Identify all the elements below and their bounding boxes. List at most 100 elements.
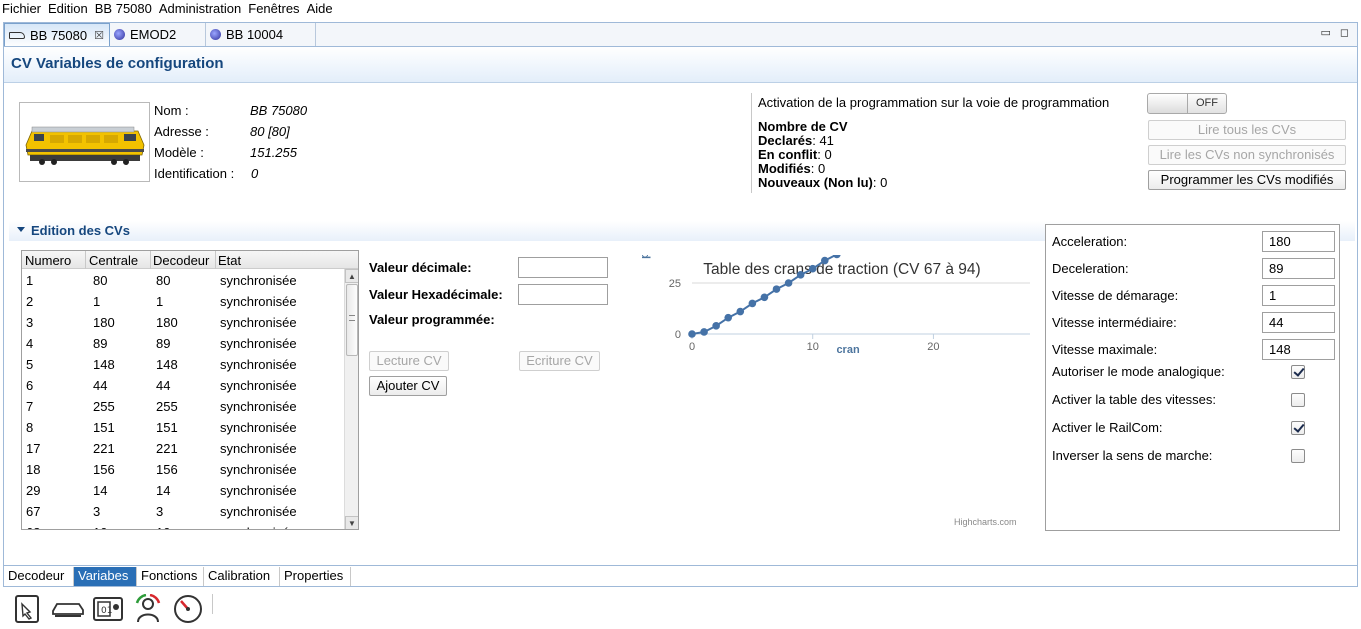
table-cell: 255	[93, 399, 115, 414]
table-cell: 80	[93, 273, 108, 288]
table-cell: 4	[26, 336, 34, 351]
table-row[interactable]: 6 44 44 synchronisée	[22, 375, 344, 396]
table-cell: 1	[26, 273, 34, 288]
param-checkbox[interactable]	[1291, 365, 1305, 379]
table-row[interactable]: 5 148 148 synchronisée	[22, 354, 344, 375]
scroll-up-arrow-icon[interactable]: ▲	[345, 269, 358, 283]
column-header[interactable]: Etat	[218, 253, 241, 268]
table-row[interactable]: 7 255 255 synchronisée	[22, 396, 344, 417]
table-cell: synchronisée	[220, 357, 297, 372]
table-row[interactable]: 68 10 10 synchronisée	[22, 522, 344, 529]
checkbox-label: Activer le RailCom:	[1052, 420, 1163, 435]
collapse-triangle-icon[interactable]	[17, 227, 25, 232]
read-all-cvs-button[interactable]: Lire tous les CVs	[1148, 120, 1346, 140]
add-cv-button[interactable]: Ajouter CV	[369, 376, 447, 396]
decoder-icon[interactable]: 01	[90, 592, 126, 626]
traction-chart: Table des crans de traction (CV 67 à 94)…	[634, 255, 1034, 535]
table-cell: 89	[156, 336, 171, 351]
menu-fenetres[interactable]: Fenêtres	[248, 0, 299, 18]
bottom-tab[interactable]: Decodeur	[4, 567, 74, 586]
program-modified-cvs-button[interactable]: Programmer les CVs modifiés	[1148, 170, 1346, 190]
param-input[interactable]: 148	[1262, 339, 1335, 360]
column-header[interactable]: Numero	[25, 253, 71, 268]
name-value: BB 75080	[250, 103, 308, 118]
table-cell: 1	[93, 294, 101, 309]
data-point	[700, 328, 708, 336]
table-cell: 68	[26, 525, 40, 529]
editor-tab-strip: BB 75080 ☒ EMOD2 BB 10004 ▭ ◻	[3, 22, 1358, 47]
data-point	[796, 271, 805, 279]
menu-bb75080[interactable]: BB 75080	[95, 0, 152, 18]
model-value: 151.255	[250, 145, 297, 160]
table-cell: 2	[26, 294, 34, 309]
y-axis-label: puissance	[639, 255, 651, 259]
bottom-tab[interactable]: Calibration	[204, 567, 280, 586]
speedometer-icon[interactable]	[170, 592, 206, 626]
param-label: Deceleration:	[1052, 261, 1129, 276]
column-header[interactable]: Centrale	[89, 253, 138, 268]
table-row[interactable]: 1 80 80 synchronisée	[22, 270, 344, 291]
param-checkbox[interactable]	[1291, 449, 1305, 463]
checkbox-label: Inverser la sens de marche:	[1052, 448, 1213, 463]
chart-credit[interactable]: Highcharts.com	[954, 517, 1017, 527]
tab-bb75080[interactable]: BB 75080 ☒	[4, 23, 110, 47]
table-cell: 1	[156, 294, 164, 309]
bottom-tab[interactable]: Variabes	[74, 567, 137, 586]
tab-emod2[interactable]: EMOD2	[110, 23, 206, 46]
train-icon[interactable]	[50, 592, 86, 626]
table-row[interactable]: 3 180 180 synchronisée	[22, 312, 344, 333]
table-cell: 6	[26, 378, 34, 393]
scroll-down-arrow-icon[interactable]: ▼	[345, 516, 358, 529]
identification-label: Identification :	[154, 166, 235, 181]
bottom-tab[interactable]: Fonctions	[137, 567, 204, 586]
menu-aide[interactable]: Aide	[307, 0, 333, 18]
read-unsync-cvs-button[interactable]: Lire les CVs non synchronisés	[1148, 145, 1346, 165]
decimal-value-input[interactable]	[518, 257, 608, 278]
minimize-icon[interactable]: ▭	[1320, 26, 1330, 39]
param-input[interactable]: 180	[1262, 231, 1335, 252]
table-cell: 148	[93, 357, 115, 372]
bottom-tab[interactable]: Properties	[280, 567, 351, 586]
write-cv-button[interactable]: Ecriture CV	[519, 351, 600, 371]
table-row[interactable]: 29 14 14 synchronisée	[22, 480, 344, 501]
table-row[interactable]: 18 156 156 synchronisée	[22, 459, 344, 480]
param-label: Vitesse intermédiaire:	[1052, 315, 1177, 330]
param-checkbox[interactable]	[1291, 393, 1305, 407]
menu-fichier[interactable]: Fichier	[2, 0, 41, 18]
table-cell: 148	[156, 357, 178, 372]
hand-pointer-icon[interactable]	[10, 592, 46, 626]
x-axis-label: cran	[836, 344, 860, 356]
menu-administration[interactable]: Administration	[159, 0, 241, 18]
table-cell: 156	[156, 462, 178, 477]
param-input[interactable]: 44	[1262, 312, 1335, 333]
param-input[interactable]: 89	[1262, 258, 1335, 279]
tab-bb10004[interactable]: BB 10004	[206, 23, 316, 46]
vertical-scrollbar[interactable]: ▲ ▼	[344, 269, 358, 529]
table-row[interactable]: 2 1 1 synchronisée	[22, 291, 344, 312]
table-row[interactable]: 4 89 89 synchronisée	[22, 333, 344, 354]
toggle-knob[interactable]	[1148, 94, 1188, 113]
menu-edition[interactable]: Edition	[48, 0, 88, 18]
hex-value-input[interactable]	[518, 284, 608, 305]
param-input[interactable]: 1	[1262, 285, 1335, 306]
driver-icon[interactable]	[130, 592, 166, 626]
data-point	[760, 293, 769, 302]
section-title: Edition des CVs	[31, 223, 130, 238]
checkbox-label: Activer la table des vitesses:	[1052, 392, 1217, 407]
data-point	[688, 330, 696, 338]
close-icon[interactable]: ☒	[94, 29, 104, 42]
table-row[interactable]: 67 3 3 synchronisée	[22, 501, 344, 522]
name-label: Nom :	[154, 103, 189, 118]
table-cell: 7	[26, 399, 34, 414]
read-cv-button[interactable]: Lecture CV	[369, 351, 449, 371]
disc-icon	[210, 29, 221, 40]
table-cell: synchronisée	[220, 483, 297, 498]
maximize-icon[interactable]: ◻	[1340, 26, 1349, 39]
table-row[interactable]: 17 221 221 synchronisée	[22, 438, 344, 459]
column-header[interactable]: Decodeur	[153, 253, 209, 268]
scroll-thumb[interactable]	[346, 284, 358, 356]
table-row[interactable]: 8 151 151 synchronisée	[22, 417, 344, 438]
programming-toggle[interactable]: OFF	[1147, 93, 1227, 114]
param-label: Vitesse maximale:	[1052, 342, 1158, 357]
param-checkbox[interactable]	[1291, 421, 1305, 435]
